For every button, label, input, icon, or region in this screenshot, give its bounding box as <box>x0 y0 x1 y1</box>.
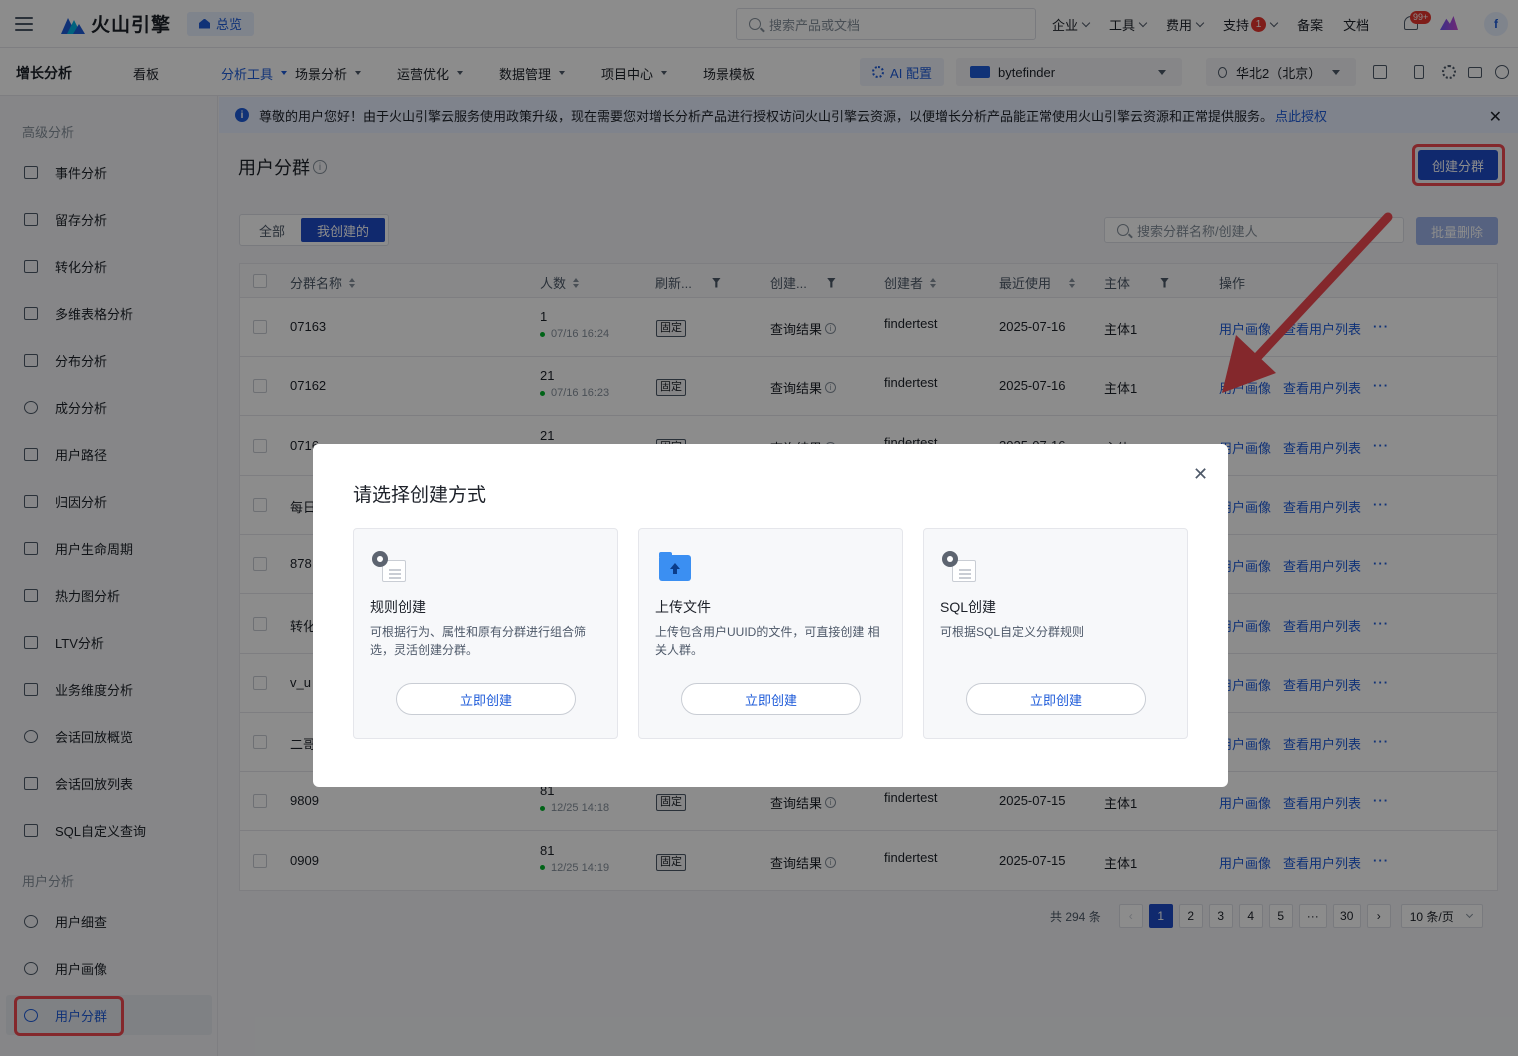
card-desc: 上传包含用户UUID的文件，可直接创建 相关人群。 <box>655 625 880 657</box>
create-now-button[interactable]: 立即创建 <box>966 683 1146 715</box>
create-method-modal: 请选择创建方式 ✕ 规则创建 可根据行为、属性和原有分群进行组合筛选，灵活创建分… <box>313 444 1228 787</box>
upload-folder-icon <box>657 551 695 583</box>
modal-title: 请选择创建方式 <box>353 485 487 506</box>
create-now-button[interactable]: 立即创建 <box>681 683 861 715</box>
card-title: SQL创建 <box>940 599 997 615</box>
close-icon[interactable]: ✕ <box>1193 464 1208 485</box>
card-title: 上传文件 <box>655 599 711 615</box>
card-sql-create[interactable]: SQL创建 可根据SQL自定义分群规则 立即创建 <box>923 528 1188 739</box>
card-desc: 可根据SQL自定义分群规则 <box>940 625 1085 639</box>
card-rule-create[interactable]: 规则创建 可根据行为、属性和原有分群进行组合筛选，灵活创建分群。 立即创建 <box>353 528 618 739</box>
card-title: 规则创建 <box>370 599 426 615</box>
card-upload-file[interactable]: 上传文件 上传包含用户UUID的文件，可直接创建 相关人群。 立即创建 <box>638 528 903 739</box>
sql-gear-doc-icon <box>942 551 980 583</box>
create-now-button[interactable]: 立即创建 <box>396 683 576 715</box>
card-desc: 可根据行为、属性和原有分群进行组合筛选，灵活创建分群。 <box>370 625 587 657</box>
rule-gear-doc-icon <box>372 551 410 583</box>
